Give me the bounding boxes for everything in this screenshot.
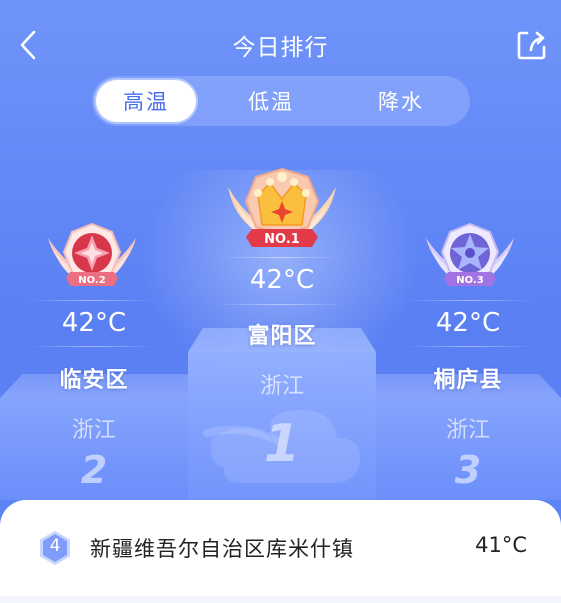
rank-number: 1 xyxy=(263,414,301,474)
purple-star-medal-icon: NO.3 xyxy=(426,222,514,286)
location-name: 新疆维吾尔自治区库米什镇 xyxy=(90,537,354,561)
podium-block-first: 浙江 1 xyxy=(188,328,376,500)
gold-crown-medal-icon: NO.1 xyxy=(228,167,336,247)
tab-low-temp[interactable]: 低温 xyxy=(206,80,336,122)
page-title: 今日排行 xyxy=(232,35,329,61)
temperature-second: 42°C xyxy=(61,308,127,338)
divider xyxy=(406,346,534,347)
city-second[interactable]: 临安区 xyxy=(0,362,188,394)
city-third[interactable]: 桐庐县 xyxy=(375,362,561,394)
province-label: 浙江 xyxy=(445,418,490,443)
temperature-third: 42°C xyxy=(435,308,501,338)
medal-third: NO.3 xyxy=(418,220,522,292)
city-first[interactable]: 富阳区 xyxy=(188,318,376,350)
divider xyxy=(215,257,345,258)
share-icon xyxy=(517,31,546,60)
medal-badge-label: NO.3 xyxy=(456,275,483,286)
tab-precipitation[interactable]: 降水 xyxy=(336,80,466,122)
temperature-value: 41°C xyxy=(475,533,527,557)
medal-badge-label: NO.2 xyxy=(78,275,105,286)
ranking-list: 4 新疆维吾尔自治区库米什镇 41°C xyxy=(0,500,561,603)
tab-high-temp[interactable]: 高温 xyxy=(96,80,196,122)
list-item[interactable]: 4 新疆维吾尔自治区库米什镇 41°C xyxy=(0,500,561,596)
divider xyxy=(0,596,561,603)
divider xyxy=(28,346,156,347)
province-label: 浙江 xyxy=(259,374,304,399)
share-button[interactable] xyxy=(515,28,549,62)
divider xyxy=(215,304,345,305)
category-tabs: 高温 低温 降水 xyxy=(92,76,470,126)
medal-second: NO.2 xyxy=(40,220,144,292)
rank-number: 2 xyxy=(80,448,108,492)
rank-number: 3 xyxy=(454,448,482,492)
medal-badge-label: NO.1 xyxy=(264,232,300,247)
temperature-first: 42°C xyxy=(249,265,315,295)
rank-badge: 4 xyxy=(38,530,72,566)
medal-first: NO.1 xyxy=(218,165,346,255)
province-label: 浙江 xyxy=(71,418,116,443)
divider xyxy=(28,300,156,301)
rank-number: 4 xyxy=(49,536,61,556)
silver-star-medal-icon: NO.2 xyxy=(48,222,136,286)
divider xyxy=(406,300,534,301)
